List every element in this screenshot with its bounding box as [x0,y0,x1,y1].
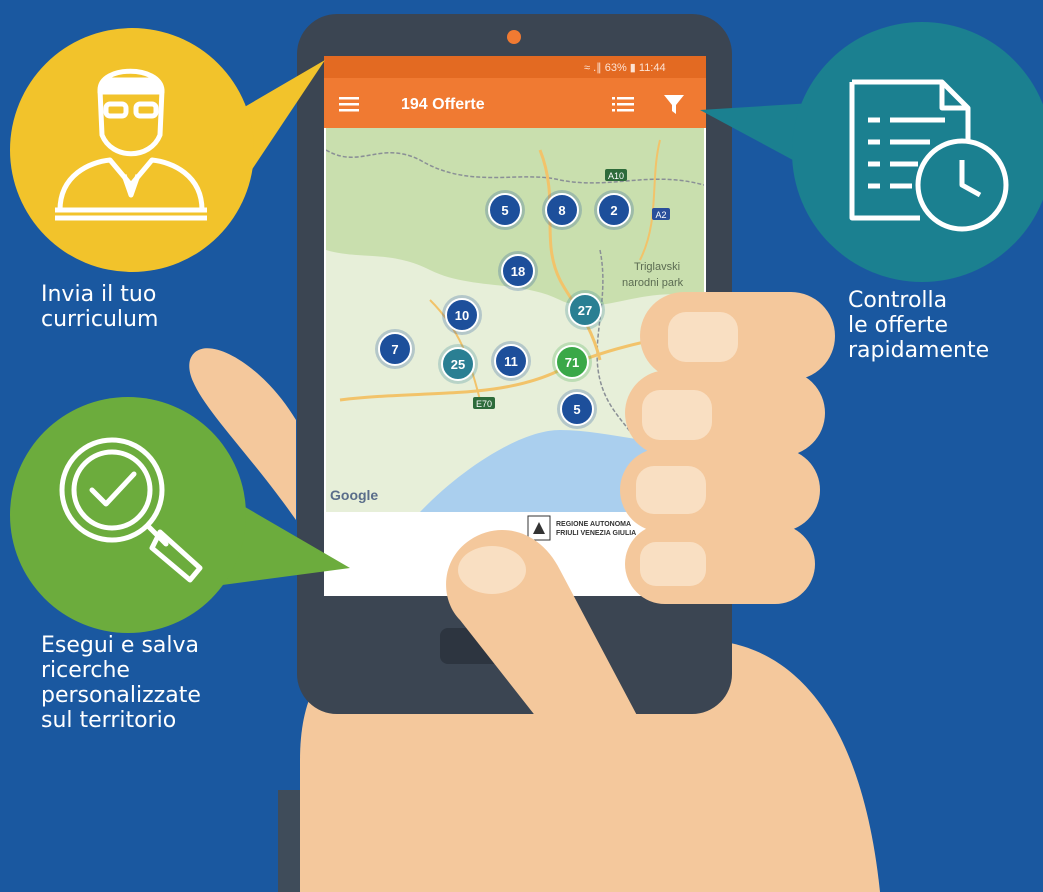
caption-curriculum: Invia il tuo curriculum [41,282,159,332]
road-e70-label: E70 [476,399,492,409]
cluster-count-label: 11 [504,354,518,369]
map-cluster-marker[interactable]: 2 [594,190,634,230]
park-label-line-2: narodni park [622,277,684,289]
park-label-line-1: Triglavski [634,261,680,273]
fingernail-4 [640,542,706,586]
map-cluster-marker[interactable]: 5 [485,190,525,230]
fingernail-2 [642,390,712,440]
map-cluster-marker[interactable]: 71 [552,342,592,382]
fingernail-3 [636,466,706,514]
map-cluster-marker[interactable]: 11 [491,341,531,381]
status-bar-text: ≈ .∥ 63% ▮ 11:44 [584,62,666,74]
cluster-count-label: 27 [578,303,592,318]
cluster-count-label: 25 [451,357,465,372]
cluster-count-label: 18 [511,264,525,279]
list-view-icon [612,97,634,112]
infographic-artwork: A10 A2 E70 Triglavski narodni park Googl… [10,14,1043,892]
feature-offerte [700,22,1043,282]
map-cluster-marker[interactable]: 5 [557,389,597,429]
filter-button[interactable] [660,90,688,118]
map-cluster-marker[interactable]: 25 [438,344,478,384]
index-fingernail [458,546,526,594]
offers-count-title: 194 Offerte [401,96,485,113]
bubble-green [10,397,246,633]
app-bar [324,78,706,128]
list-view-button[interactable] [610,92,636,116]
cluster-count-label: 8 [558,203,565,218]
bubble-yellow [10,28,254,272]
regione-logo-line-1: REGIONE AUTONOMA [556,521,631,528]
map-cluster-marker[interactable]: 27 [565,290,605,330]
filter-funnel-icon [664,95,684,114]
cluster-count-label: 10 [455,308,469,323]
road-a10-label: A10 [608,171,624,181]
map-cluster-marker[interactable]: 8 [542,190,582,230]
phone-camera [507,30,521,44]
caption-offerte: Controlla le offerte rapidamente [848,288,990,363]
caption-ricerche: Esegui e salva ricerche personalizzate s… [41,633,201,733]
bubble-teal [792,22,1043,282]
map-cluster-marker[interactable]: 10 [442,295,482,335]
google-logo: Google [330,487,378,503]
fingernail-1 [668,312,738,362]
feature-curriculum [10,28,325,272]
infographic: A10 A2 E70 Triglavski narodni park Googl… [0,0,1043,892]
map-cluster-marker[interactable]: 18 [498,251,538,291]
regione-logo-line-2: FRIULI VENEZIA GIULIA [556,530,636,537]
hamburger-menu-icon [339,97,359,112]
road-a2-label: A2 [655,210,666,220]
cluster-count-label: 2 [610,203,617,218]
cluster-count-label: 7 [391,342,398,357]
cluster-count-label: 5 [501,203,508,218]
cluster-count-label: 71 [565,355,579,370]
menu-button[interactable] [336,92,362,116]
cluster-count-label: 5 [573,402,580,417]
map-cluster-marker[interactable]: 7 [375,329,415,369]
